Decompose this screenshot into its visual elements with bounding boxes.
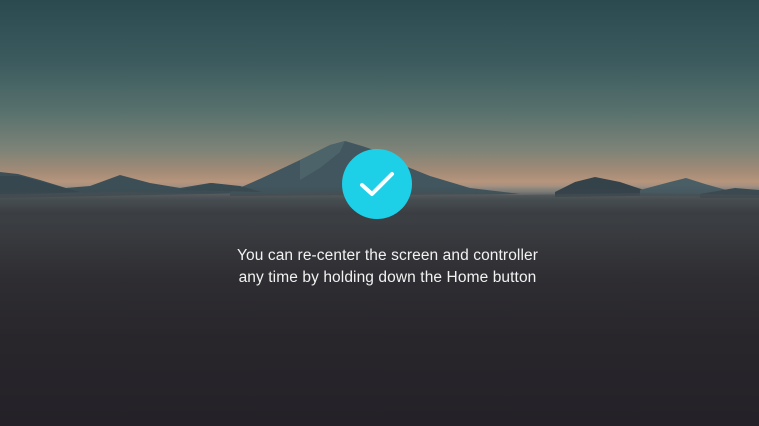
recenter-instruction-text: You can re-center the screen and control… bbox=[0, 245, 759, 289]
instruction-line-2: any time by holding down the Home button bbox=[238, 269, 537, 286]
checkmark-icon bbox=[359, 170, 395, 198]
vr-environment-scene: You can re-center the screen and control… bbox=[0, 0, 759, 426]
instruction-line-1: You can re-center the screen and control… bbox=[237, 247, 538, 264]
success-badge bbox=[342, 149, 412, 219]
